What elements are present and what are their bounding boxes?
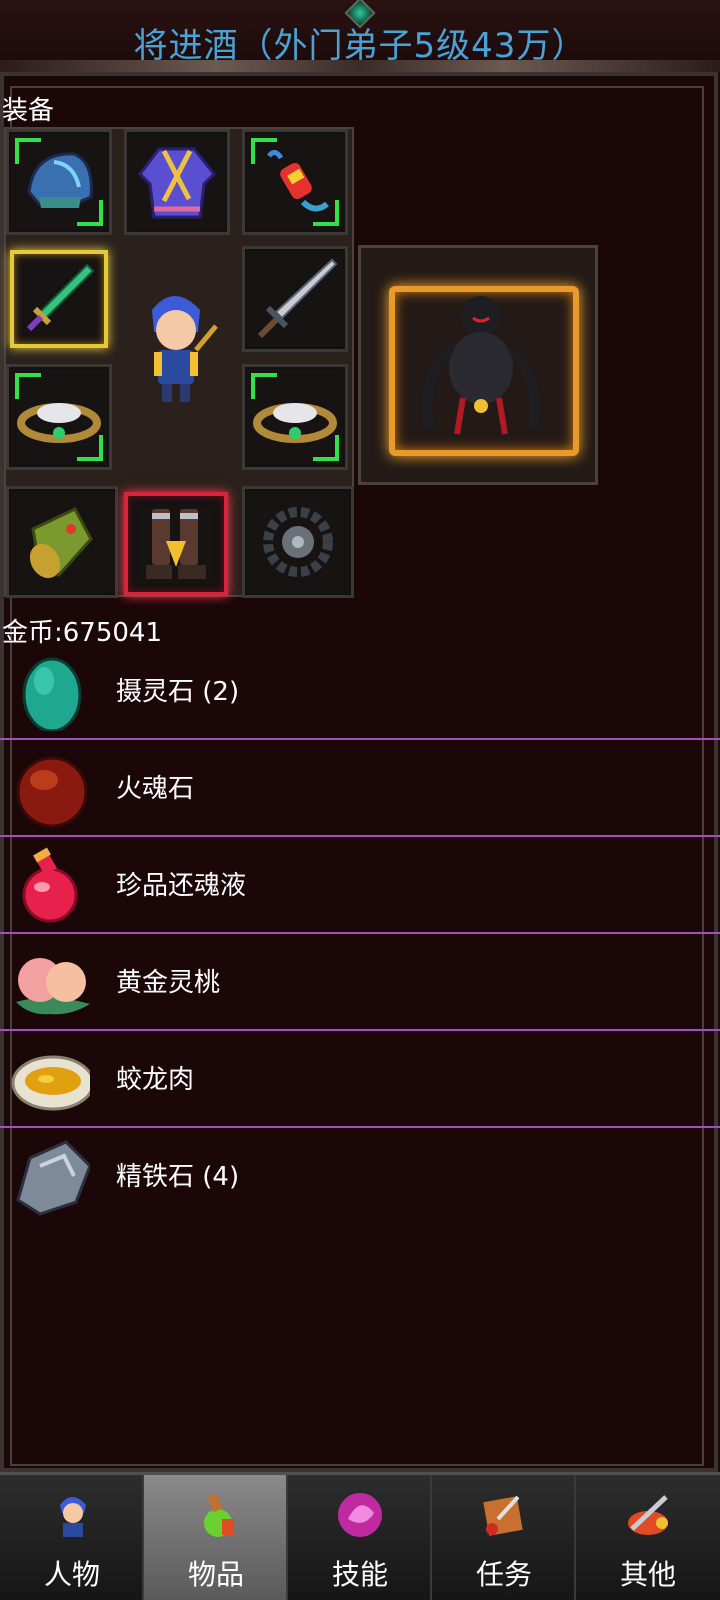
spirit-stone-icon [22, 657, 82, 731]
item-label: 珍品还魂液 [116, 871, 247, 901]
dragon-meat-icon [11, 1055, 90, 1111]
steel-sword-icon [257, 258, 338, 339]
golden-peach-icon [16, 958, 90, 1015]
tab-label: 任务 [475, 1558, 532, 1591]
item-label: 摄灵石 (2) [116, 677, 240, 707]
jade-sword-icon [26, 263, 95, 332]
ring-left-icon [17, 403, 101, 443]
tab-items[interactable]: 物品 [144, 1475, 288, 1600]
list-item[interactable]: 精铁石 (4) [0, 1128, 720, 1225]
tab-quests[interactable]: 任务 [432, 1475, 576, 1600]
shadow-demon-icon [422, 296, 540, 435]
title-bar: 将进酒（外门弟子5级43万） [0, 0, 720, 72]
ring-slot-left[interactable] [6, 364, 112, 470]
list-item[interactable]: 蛟龙肉 [0, 1031, 720, 1128]
amulet-slot[interactable] [242, 129, 348, 235]
revival-potion-icon [22, 847, 78, 923]
skills-tab-icon [338, 1493, 382, 1537]
robe-icon [138, 147, 217, 219]
weapon-slot-steel[interactable] [242, 246, 348, 352]
item-label: 精铁石 (4) [116, 1162, 240, 1192]
list-item[interactable]: 珍品还魂液 [0, 837, 720, 934]
helmet-icon [27, 152, 93, 208]
character-preview [124, 250, 230, 470]
item-label: 火魂石 [116, 774, 195, 804]
tab-skills[interactable]: 技能 [288, 1475, 432, 1600]
tab-label: 物品 [187, 1558, 244, 1591]
tab-label: 其他 [619, 1558, 676, 1591]
tab-label: 人物 [43, 1558, 100, 1591]
title-ornament-divider [0, 60, 720, 72]
robe-slot[interactable] [124, 129, 230, 235]
hero-avatar-icon [152, 296, 218, 402]
equipment-section-label: 装备 [2, 96, 55, 126]
boots-slot[interactable] [124, 492, 228, 596]
character-tab-icon [60, 1497, 86, 1537]
other-tab-icon [628, 1495, 668, 1535]
necklace-slot[interactable] [242, 486, 354, 598]
firework-amulet-icon [267, 150, 329, 212]
weapon-slot-jade[interactable] [10, 250, 108, 348]
helmet-slot[interactable] [6, 129, 112, 235]
tab-other[interactable]: 其他 [576, 1475, 720, 1600]
list-item[interactable]: 黄金灵桃 [0, 934, 720, 1031]
ring-right-icon [253, 403, 337, 443]
quests-tab-icon [483, 1495, 523, 1536]
bead-necklace-icon [263, 507, 333, 577]
item-label: 蛟龙肉 [116, 1065, 195, 1095]
iron-ore-icon [16, 1140, 90, 1216]
ring-slot-right[interactable] [242, 364, 348, 470]
list-item[interactable]: 摄灵石 (2) [0, 643, 720, 740]
bracer-slot[interactable] [6, 486, 118, 598]
tab-label: 技能 [331, 1558, 388, 1591]
bottom-tab-bar: 人物 物品 技能 任务 其他 [0, 1472, 720, 1600]
mount-slot[interactable] [358, 245, 598, 485]
tab-character[interactable]: 人物 [0, 1475, 144, 1600]
boots-icon [146, 509, 206, 579]
items-tab-icon [204, 1493, 234, 1537]
item-label: 黄金灵桃 [116, 968, 221, 998]
bracer-icon [29, 507, 93, 579]
list-item[interactable]: 火魂石 [0, 740, 720, 837]
fire-soul-stone-icon [16, 756, 88, 828]
